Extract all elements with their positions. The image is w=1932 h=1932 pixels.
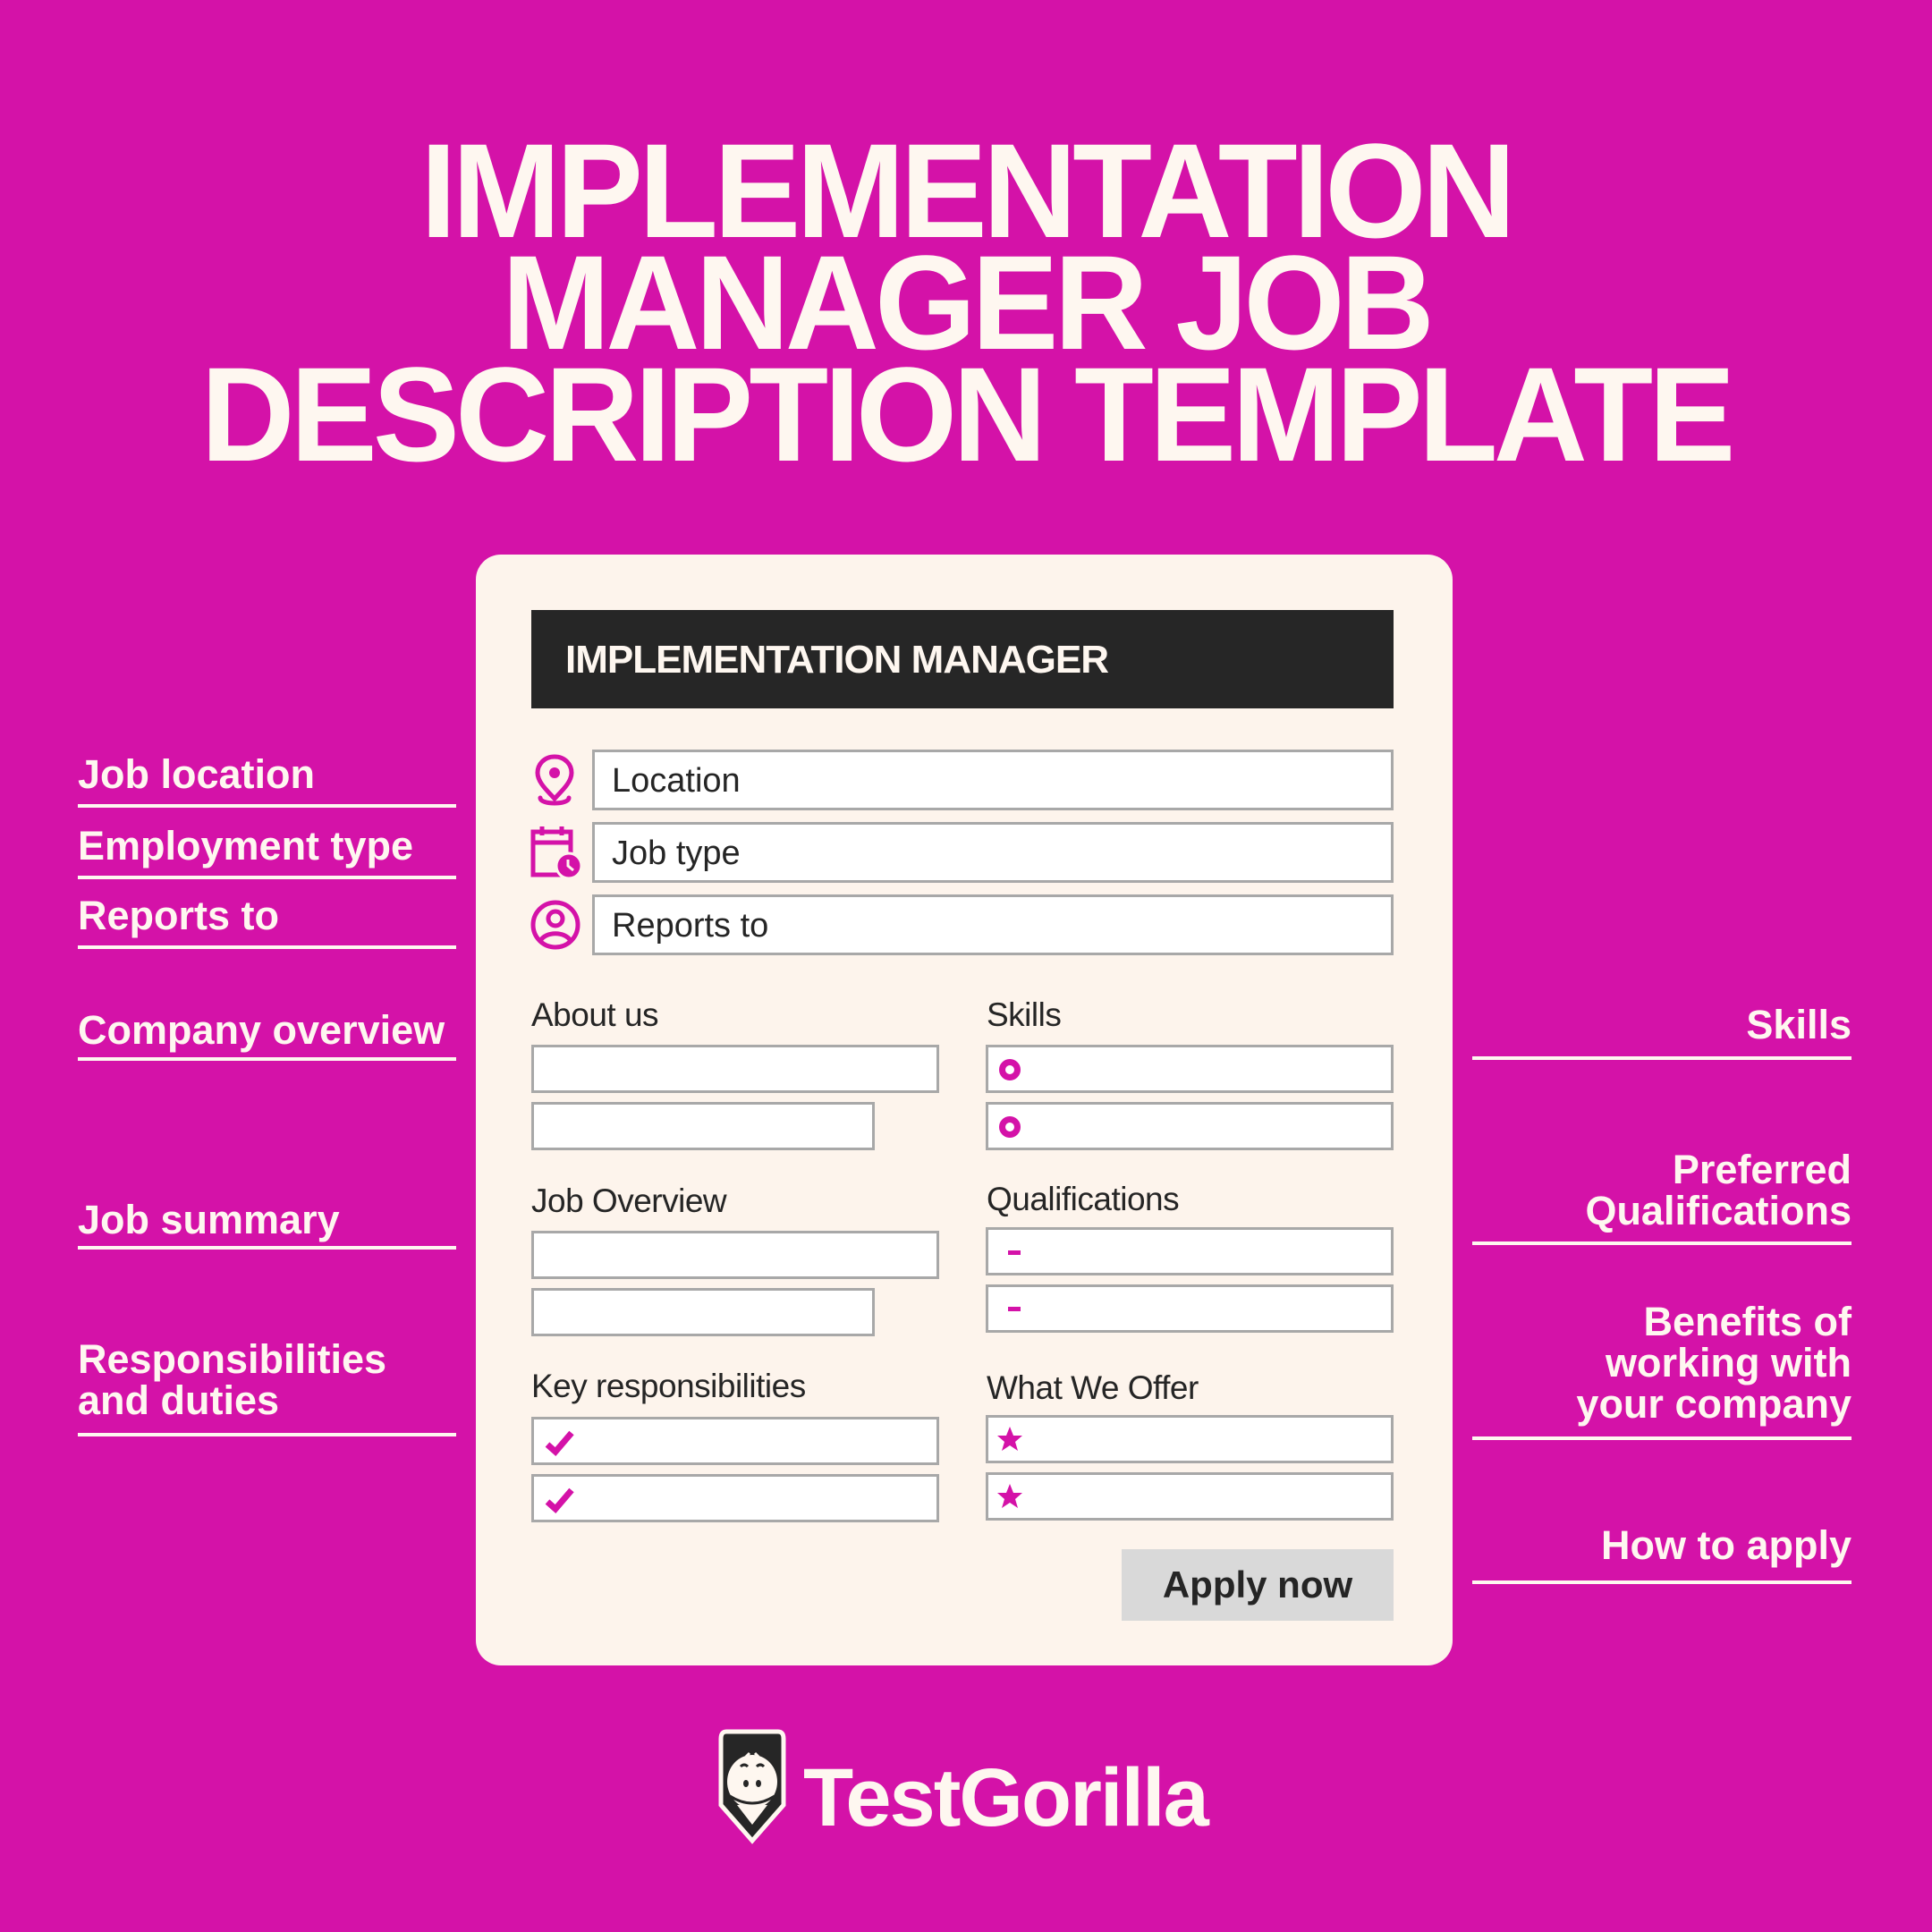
- job-overview-field-1[interactable]: [531, 1231, 939, 1279]
- annotation-divider: [78, 876, 456, 879]
- about-us-field-2[interactable]: [531, 1102, 875, 1150]
- annotation-employment-type: Employment type: [78, 823, 414, 869]
- brand-name: TestGorilla: [803, 1752, 1209, 1843]
- location-field-value: Location: [612, 762, 741, 800]
- key-responsibilities-field-2[interactable]: [531, 1474, 939, 1522]
- job-overview-field-2[interactable]: [531, 1288, 875, 1336]
- annotation-benefits: Benefits of working with your company: [1576, 1299, 1852, 1427]
- gorilla-shield-icon: [717, 1726, 787, 1844]
- dash-icon: [1008, 1307, 1021, 1311]
- key-responsibilities-label: Key responsibilities: [531, 1368, 806, 1404]
- page-title-line-3: DESCRIPTION TEMPLATE: [200, 339, 1735, 489]
- key-responsibilities-field-1[interactable]: [531, 1417, 939, 1465]
- what-we-offer-field-1[interactable]: [986, 1415, 1394, 1463]
- star-icon: [994, 1423, 1026, 1460]
- annotation-how-to-apply: How to apply: [1601, 1522, 1852, 1568]
- annotation-preferred-qualifications: Preferred Qualifications: [1585, 1147, 1852, 1233]
- skills-field-2[interactable]: [986, 1102, 1394, 1150]
- ring-bullet-icon: [999, 1059, 1021, 1080]
- annotation-reports-to: Reports to: [78, 893, 279, 938]
- star-icon: [994, 1480, 1026, 1517]
- qualifications-label: Qualifications: [987, 1181, 1180, 1217]
- annotation-company-overview: Company overview: [78, 1007, 445, 1053]
- about-us-label: About us: [531, 996, 659, 1033]
- annotation-responsibilities: Responsibilities and duties: [78, 1336, 387, 1423]
- annotation-divider: [1472, 1056, 1852, 1060]
- annotation-job-location: Job location: [78, 751, 316, 797]
- qualifications-field-2[interactable]: [986, 1284, 1394, 1333]
- skills-field-1[interactable]: [986, 1045, 1394, 1093]
- job-title: IMPLEMENTATION MANAGER: [565, 638, 1109, 682]
- calendar-clock-icon: [530, 825, 583, 880]
- annotation-skills: Skills: [1746, 1002, 1852, 1047]
- apply-now-button[interactable]: Apply now: [1122, 1549, 1394, 1621]
- checkmark-icon: [545, 1428, 575, 1462]
- annotation-divider: [78, 1057, 456, 1061]
- what-we-offer-label: What We Offer: [987, 1369, 1199, 1406]
- job-type-field-value: Job type: [612, 835, 741, 872]
- location-pin-icon: [530, 751, 580, 809]
- qualifications-field-1[interactable]: [986, 1227, 1394, 1275]
- checkmark-icon: [545, 1486, 575, 1519]
- user-circle-icon: [530, 899, 581, 951]
- skills-label: Skills: [987, 996, 1062, 1033]
- reports-to-field[interactable]: Reports to: [592, 894, 1394, 955]
- annotation-divider: [1472, 1241, 1852, 1245]
- job-type-field[interactable]: Job type: [592, 822, 1394, 883]
- annotation-job-summary: Job summary: [78, 1197, 340, 1242]
- location-field[interactable]: Location: [592, 750, 1394, 810]
- ring-bullet-icon: [999, 1116, 1021, 1138]
- annotation-divider: [78, 804, 456, 808]
- annotation-divider: [1472, 1436, 1852, 1440]
- annotation-divider: [1472, 1580, 1852, 1584]
- what-we-offer-field-2[interactable]: [986, 1472, 1394, 1521]
- apply-now-label: Apply now: [1162, 1563, 1353, 1606]
- annotation-divider: [78, 1246, 456, 1250]
- reports-to-field-value: Reports to: [612, 907, 769, 945]
- job-overview-label: Job Overview: [531, 1182, 727, 1219]
- about-us-field-1[interactable]: [531, 1045, 939, 1093]
- dash-icon: [1008, 1250, 1021, 1255]
- annotation-divider: [78, 945, 456, 949]
- annotation-divider: [78, 1433, 456, 1436]
